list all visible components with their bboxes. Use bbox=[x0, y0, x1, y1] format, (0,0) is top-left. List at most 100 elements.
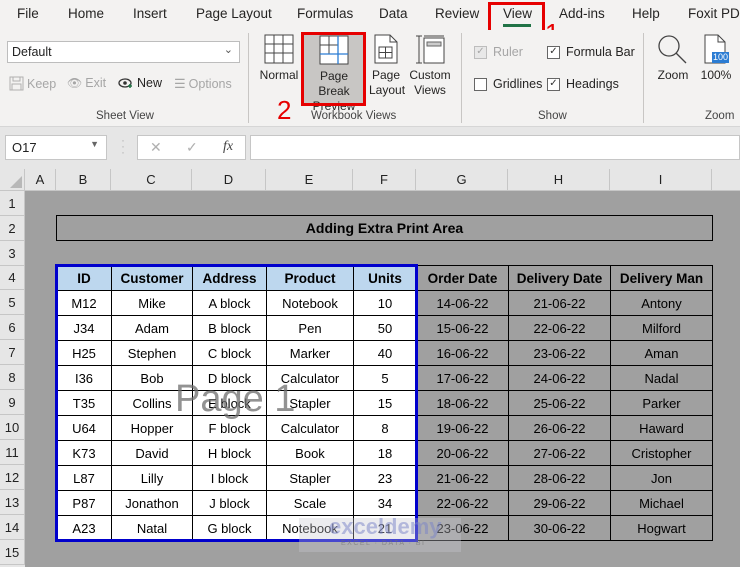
tab-formulas[interactable]: Formulas bbox=[297, 6, 353, 21]
table-cell[interactable]: 21 bbox=[353, 515, 417, 541]
column-header-g[interactable]: G bbox=[416, 169, 508, 191]
table-cell[interactable]: F block bbox=[192, 415, 267, 441]
table-cell[interactable]: 5 bbox=[353, 365, 417, 391]
table-cell[interactable]: Hopper bbox=[111, 415, 193, 441]
table-cell[interactable]: Haward bbox=[610, 415, 713, 441]
row-header-8[interactable]: 8 bbox=[0, 365, 25, 390]
table-cell[interactable]: 21-06-22 bbox=[416, 465, 509, 491]
table-cell[interactable]: 23 bbox=[353, 465, 417, 491]
headings-checkbox[interactable]: ✓ Headings bbox=[547, 77, 619, 91]
table-cell[interactable]: Milford bbox=[610, 315, 713, 341]
row-header-4[interactable]: 4 bbox=[0, 265, 25, 290]
table-cell[interactable]: 25-06-22 bbox=[508, 390, 611, 416]
zoom-100-button[interactable]: 100 100% bbox=[699, 34, 733, 83]
column-header-h[interactable]: H bbox=[508, 169, 610, 191]
table-cell[interactable]: K73 bbox=[56, 440, 112, 466]
table-cell[interactable]: Pen bbox=[266, 315, 354, 341]
table-cell[interactable]: 50 bbox=[353, 315, 417, 341]
row-header-5[interactable]: 5 bbox=[0, 290, 25, 315]
column-header-a[interactable]: A bbox=[25, 169, 56, 191]
table-cell[interactable]: Lilly bbox=[111, 465, 193, 491]
table-cell[interactable]: B block bbox=[192, 315, 267, 341]
column-header-cell[interactable]: Delivery Date bbox=[508, 265, 611, 291]
table-cell[interactable]: 24-06-22 bbox=[508, 365, 611, 391]
formula-bar-checkbox[interactable]: ✓ Formula Bar bbox=[547, 45, 635, 59]
table-cell[interactable]: 17-06-22 bbox=[416, 365, 509, 391]
tab-page-layout[interactable]: Page Layout bbox=[196, 6, 272, 21]
table-cell[interactable]: David bbox=[111, 440, 193, 466]
table-cell[interactable]: J34 bbox=[56, 315, 112, 341]
table-cell[interactable]: U64 bbox=[56, 415, 112, 441]
table-cell[interactable]: 23-06-22 bbox=[508, 340, 611, 366]
row-header-15[interactable]: 15 bbox=[0, 540, 25, 565]
column-header-cell[interactable]: Units bbox=[353, 265, 417, 291]
table-cell[interactable]: T35 bbox=[56, 390, 112, 416]
table-cell[interactable]: 22-06-22 bbox=[508, 315, 611, 341]
custom-views-button[interactable]: Custom Views bbox=[408, 34, 452, 98]
row-header-13[interactable]: 13 bbox=[0, 490, 25, 515]
table-cell[interactable]: Stapler bbox=[266, 390, 354, 416]
table-cell[interactable]: A block bbox=[192, 290, 267, 316]
ruler-checkbox[interactable]: ✓ Ruler bbox=[474, 45, 523, 59]
row-header-3[interactable]: 3 bbox=[0, 241, 25, 266]
splitter-handle[interactable]: · · · bbox=[121, 134, 125, 158]
row-header-1[interactable]: 1 bbox=[0, 191, 25, 216]
gridlines-checkbox[interactable]: Gridlines bbox=[474, 77, 542, 91]
table-cell[interactable]: Antony bbox=[610, 290, 713, 316]
table-cell[interactable]: Adam bbox=[111, 315, 193, 341]
table-cell[interactable]: E block bbox=[192, 390, 267, 416]
options-button[interactable]: ☰ Options bbox=[174, 76, 232, 92]
table-cell[interactable]: Bob bbox=[111, 365, 193, 391]
table-cell[interactable]: Notebook bbox=[266, 515, 354, 541]
table-cell[interactable]: 15-06-22 bbox=[416, 315, 509, 341]
row-header-10[interactable]: 10 bbox=[0, 415, 25, 440]
column-header-c[interactable]: C bbox=[111, 169, 192, 191]
column-header-f[interactable]: F bbox=[353, 169, 416, 191]
table-cell[interactable]: 34 bbox=[353, 490, 417, 516]
table-cell[interactable]: 28-06-22 bbox=[508, 465, 611, 491]
tab-home[interactable]: Home bbox=[68, 6, 104, 21]
tab-data[interactable]: Data bbox=[379, 6, 408, 21]
column-header-cell[interactable]: Customer bbox=[111, 265, 193, 291]
table-cell[interactable]: 23-06-22 bbox=[416, 515, 509, 541]
row-header-2[interactable]: 2 bbox=[0, 216, 25, 241]
page-layout-button[interactable]: Page Layout bbox=[369, 34, 405, 98]
select-all-button[interactable] bbox=[0, 169, 25, 191]
keep-button[interactable]: Keep bbox=[9, 76, 56, 91]
table-cell[interactable]: Collins bbox=[111, 390, 193, 416]
tab-add-ins[interactable]: Add-ins bbox=[559, 6, 605, 21]
name-box[interactable]: O17 ▼ bbox=[5, 135, 107, 160]
table-cell[interactable]: 22-06-22 bbox=[416, 490, 509, 516]
table-cell[interactable]: Marker bbox=[266, 340, 354, 366]
column-header-cell[interactable]: Product bbox=[266, 265, 354, 291]
table-cell[interactable]: D block bbox=[192, 365, 267, 391]
table-cell[interactable]: I block bbox=[192, 465, 267, 491]
table-cell[interactable]: 19-06-22 bbox=[416, 415, 509, 441]
formula-input[interactable] bbox=[250, 135, 740, 160]
table-cell[interactable]: 8 bbox=[353, 415, 417, 441]
table-cell[interactable]: A23 bbox=[56, 515, 112, 541]
table-cell[interactable]: 15 bbox=[353, 390, 417, 416]
table-cell[interactable]: Nadal bbox=[610, 365, 713, 391]
table-cell[interactable]: Book bbox=[266, 440, 354, 466]
column-header-i[interactable]: I bbox=[610, 169, 712, 191]
table-cell[interactable]: Stephen bbox=[111, 340, 193, 366]
column-header-e[interactable]: E bbox=[266, 169, 353, 191]
row-header-6[interactable]: 6 bbox=[0, 315, 25, 340]
column-header-cell[interactable]: Address bbox=[192, 265, 267, 291]
row-header-9[interactable]: 9 bbox=[0, 390, 25, 415]
cancel-icon[interactable]: ✕ bbox=[150, 139, 162, 156]
table-cell[interactable]: Mike bbox=[111, 290, 193, 316]
tab-review[interactable]: Review bbox=[435, 6, 479, 21]
table-cell[interactable]: 18 bbox=[353, 440, 417, 466]
table-cell[interactable]: 14-06-22 bbox=[416, 290, 509, 316]
table-cell[interactable]: 40 bbox=[353, 340, 417, 366]
table-cell[interactable]: Notebook bbox=[266, 290, 354, 316]
tab-file[interactable]: File bbox=[17, 6, 39, 21]
table-cell[interactable]: H25 bbox=[56, 340, 112, 366]
table-cell[interactable]: Scale bbox=[266, 490, 354, 516]
table-cell[interactable]: Aman bbox=[610, 340, 713, 366]
table-cell[interactable]: I36 bbox=[56, 365, 112, 391]
sheet-view-select[interactable]: Default ⌄ bbox=[7, 41, 240, 63]
table-cell[interactable]: Parker bbox=[610, 390, 713, 416]
